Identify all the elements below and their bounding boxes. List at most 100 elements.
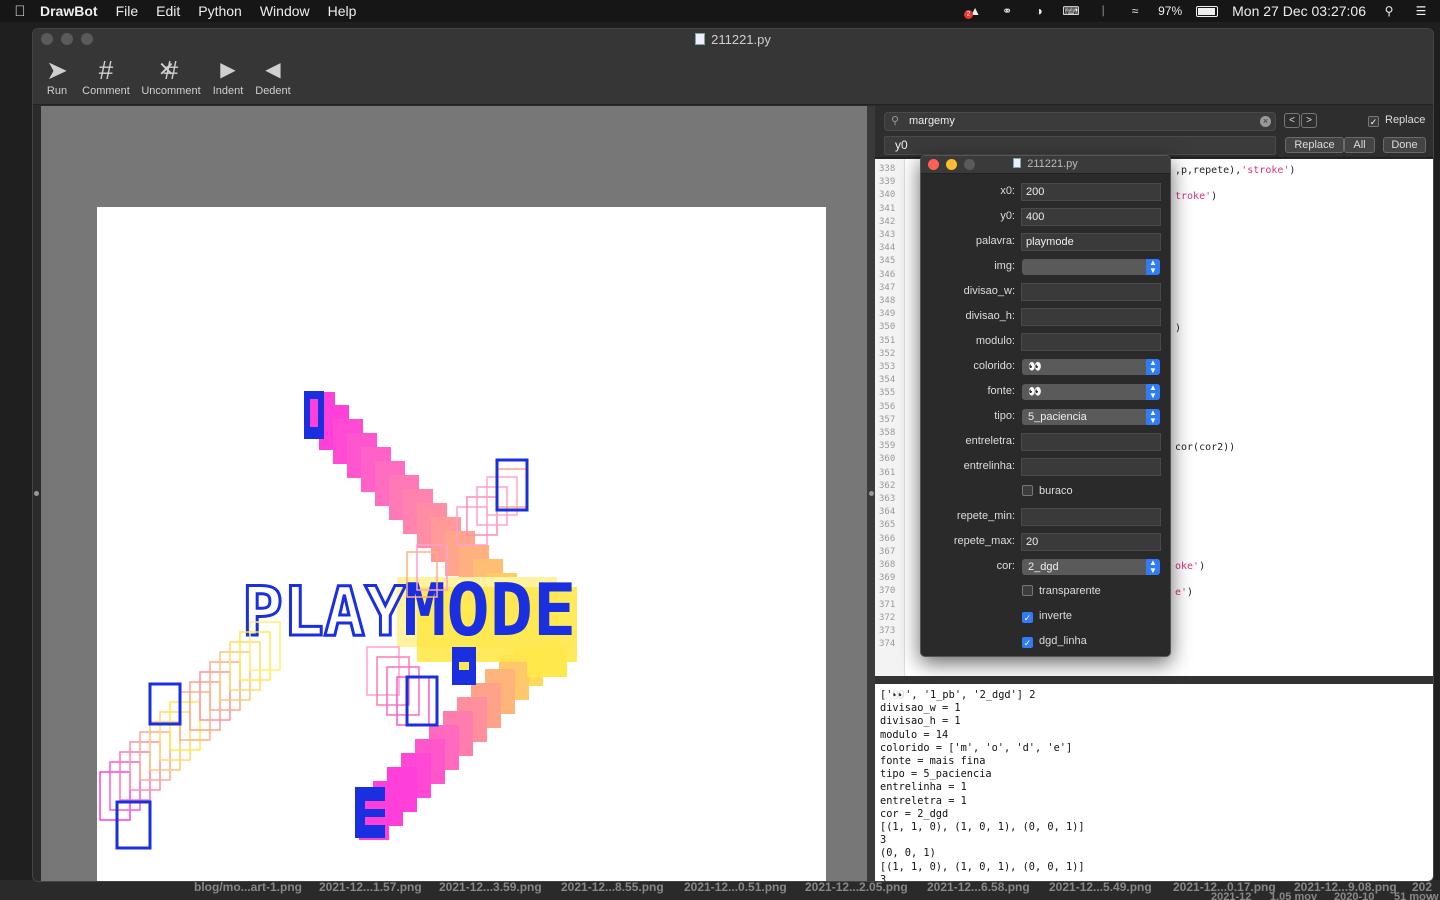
line-number: 359 [879,441,896,452]
param-checkbox[interactable]: ✓ dgd_linha [1022,635,1087,648]
find-previous-button[interactable]: < [1284,113,1300,128]
variables-dialog: 211221.py x0: 200 y0: 400 palavra: playmode im… [920,155,1171,657]
param-checkbox[interactable]: ✓ inverte [1022,610,1072,623]
param-popup-button[interactable]: 👀 ▲ ▼ [1022,359,1160,375]
output-line: divisao_w = 1 [880,702,961,715]
wifi-icon[interactable]: ≈ [1126,4,1144,18]
checkbox-checked-icon[interactable]: ✓ [1022,637,1033,648]
line-number: 368 [879,560,896,570]
line-number: 338 [879,164,896,174]
checkbox-checked-icon[interactable]: ✓ [1022,612,1033,623]
split-handle-grip[interactable] [869,491,874,496]
param-text-field[interactable] [1021,458,1161,476]
spotlight-search-icon[interactable]: ⚲ [1380,4,1398,18]
menu-window[interactable]: Window [260,3,310,19]
param-popup-button[interactable]: 2_dgd ▲ ▼ [1022,559,1160,575]
find-search-input[interactable]: ⚲ margemy × [884,112,1276,131]
checkbox-unchecked-icon[interactable] [1022,585,1033,596]
replace-checkbox[interactable]: ✓ [1368,116,1379,127]
notification-center-icon[interactable]: ☰ [1412,4,1430,18]
line-number: 357 [879,414,896,425]
horizontal-split-handle[interactable] [875,676,1433,684]
clock[interactable]: Mon 27 Dec 03:27:06 [1232,3,1366,19]
comment-button[interactable]: # Comment [79,55,133,97]
done-button[interactable]: Done [1383,137,1426,153]
desktop-file[interactable]: 2021-12...3.59.png [439,880,542,894]
drawbot-window: 211221.py ➤ Run # Comment # ✕ Uncomment ▶… [32,28,1434,882]
param-checkbox[interactable]: buraco [1022,485,1073,497]
param-text-field[interactable]: 20 [1021,533,1161,551]
param-popup-button[interactable]: 👀 ▲ ▼ [1022,384,1160,400]
param-text-field[interactable]: 400 [1021,208,1161,226]
output-line: tipo = 5_paciencia [880,768,992,781]
window-title: 211221.py [33,32,1433,47]
find-search-value: margemy [909,115,955,127]
param-text-field[interactable] [1021,308,1161,326]
param-text-field[interactable] [1021,283,1161,301]
battery-icon[interactable] [1196,5,1219,17]
line-number: 364 [879,507,896,518]
desktop-file[interactable]: 2021-12...8.55.png [561,880,664,894]
clear-search-icon[interactable]: × [1260,116,1271,127]
dedent-arrow-icon: ◀ [265,59,281,81]
desktop-file[interactable]: 2021-12...0.51.png [684,880,787,894]
find-next-button[interactable]: > [1301,113,1317,128]
line-number: 341 [879,203,896,214]
menu-python[interactable]: Python [198,3,242,19]
replace-all-button[interactable]: All [1344,137,1375,153]
output-console[interactable]: ['👀', '1_pb', '2_dgd'] 2 divisao_w = 1 div… [875,684,1433,881]
param-popup-button[interactable]: 5_paciencia ▲ ▼ [1022,409,1160,425]
desktop-file-sublabel: 2020-10 [1334,891,1375,900]
bluetooth-icon[interactable]: ᛁ [1094,4,1112,18]
indent-button[interactable]: ▶ Indent [209,55,247,97]
desktop-file[interactable]: 2021-12...2.05.png [805,880,908,894]
line-number: 356 [879,401,896,412]
left-resize-handle[interactable] [34,491,39,496]
param-label: divisao_w: [963,285,1015,297]
line-number: 344 [879,243,896,254]
replace-input[interactable]: y0 [884,136,1276,155]
desktop-file[interactable]: 2021-12...1.57.png [319,880,422,894]
line-number: 351 [879,335,896,346]
param-row: divisao_w: [921,283,1170,301]
creative-cloud-icon[interactable]: ⚭ [998,4,1016,18]
uncomment-hash-icon: # ✕ [158,55,179,85]
line-number: 350 [879,322,896,333]
menu-edit[interactable]: Edit [156,3,180,19]
param-row: cor: 2_dgd ▲ ▼ [921,558,1170,576]
status-app-icon[interactable]: ▲ 2 [964,4,984,19]
param-text-field[interactable] [1021,433,1161,451]
replace-toggle[interactable]: ✓ Replace [1368,114,1425,127]
param-popup-value: 2_dgd [1028,561,1059,573]
param-checkbox[interactable]: transparente [1022,585,1101,597]
replace-button[interactable]: Replace [1285,137,1344,153]
desktop-file[interactable]: blog/mo...art-1.png [194,880,302,894]
desktop-file[interactable]: 2021-12...6.58.png [927,880,1030,894]
param-row: transparente [921,583,1170,601]
param-text-field[interactable]: playmode [1021,233,1161,251]
uncomment-button[interactable]: # ✕ Uncomment [138,55,204,97]
keyboard-icon[interactable]: ⌨ [1062,4,1080,18]
code-line-370: e') [1175,587,1194,598]
output-line: 3 [880,834,887,847]
drawing-page: PLAY MODE [97,207,826,881]
param-checkbox-label: inverte [1039,610,1073,622]
menu-help[interactable]: Help [328,3,357,19]
run-button[interactable]: ➤ Run [41,55,73,97]
param-popup-button[interactable]: ▲ ▼ [1022,259,1160,275]
replace-toggle-label: Replace [1385,114,1426,126]
param-text-field[interactable] [1021,333,1161,351]
param-text-field[interactable] [1021,508,1161,526]
code-line-338: ,p,repete),'stroke') [1175,165,1296,176]
apple-menu-icon[interactable]:  [0,3,40,20]
dedent-button[interactable]: ◀ Dedent [252,55,294,97]
hash-icon: # [98,55,114,85]
checkbox-unchecked-icon[interactable] [1022,485,1033,496]
menu-file[interactable]: File [116,3,139,19]
canvas-view[interactable]: PLAY MODE [41,106,867,881]
output-line: modulo = 14 [880,728,949,741]
desktop-file[interactable]: 2021-12...5.49.png [1049,880,1152,894]
dark-mode-icon[interactable]: ◑ [1030,4,1048,18]
menu-app-name[interactable]: DrawBot [40,3,98,19]
param-text-field[interactable]: 200 [1021,183,1161,201]
